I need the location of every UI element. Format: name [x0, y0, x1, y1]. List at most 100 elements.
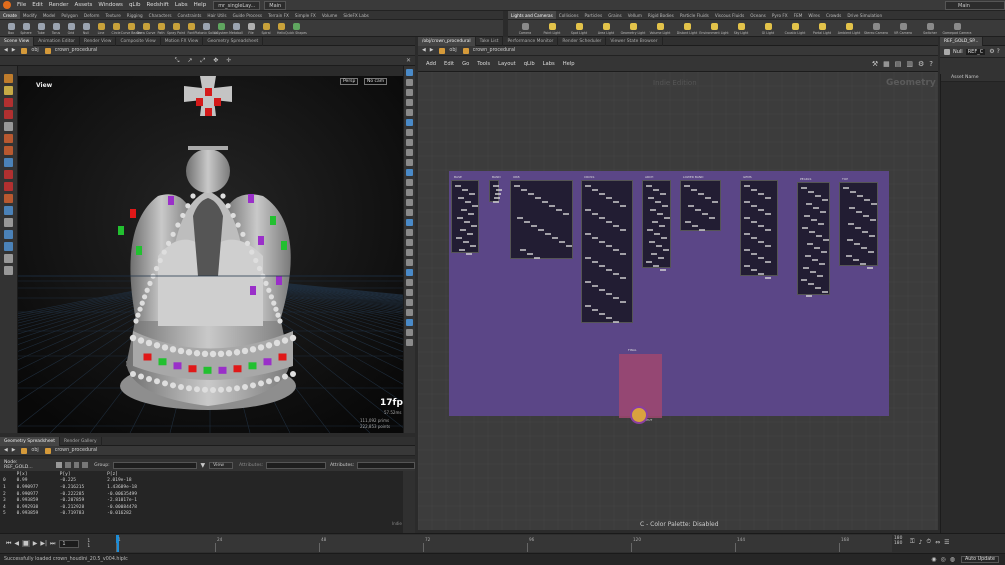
tab-geometry-spreadsheet[interactable]: Geometry Spreadsheet: [203, 36, 264, 46]
tool-camera[interactable]: Camera: [512, 22, 538, 35]
tab-viewer-state-browser[interactable]: Viewer State Browser: [606, 36, 663, 46]
forward-icon[interactable]: ▶: [430, 48, 434, 53]
list-icon[interactable]: ▤: [895, 60, 902, 68]
node[interactable]: [460, 229, 466, 231]
menu-labs[interactable]: Labs: [172, 0, 191, 11]
node[interactable]: [459, 249, 465, 251]
node[interactable]: [868, 251, 874, 253]
node[interactable]: [751, 221, 757, 223]
node[interactable]: [462, 189, 468, 191]
gear-icon[interactable]: ⚙: [989, 48, 994, 55]
lock-icon[interactable]: [4, 98, 13, 107]
display-option-icon[interactable]: [406, 179, 413, 186]
magnet-icon[interactable]: [4, 134, 13, 143]
persp-menu[interactable]: Persp: [340, 78, 359, 85]
node[interactable]: [585, 257, 591, 259]
node[interactable]: [660, 269, 666, 271]
tool-gamepad-camera[interactable]: Gamepad Camera: [943, 22, 972, 35]
node[interactable]: [465, 201, 471, 203]
column-header[interactable]: P[y]: [57, 471, 104, 478]
shelf-tab-constraints[interactable]: Constraints: [175, 11, 205, 19]
tool-caustic-light[interactable]: Caustic Light: [782, 22, 808, 35]
shelf-tab-hair-utils[interactable]: Hair Utils: [204, 11, 229, 19]
display-option-icon[interactable]: [406, 209, 413, 216]
realtime-icon[interactable]: ⏱: [926, 538, 931, 546]
node[interactable]: [514, 185, 520, 187]
pivot-icon[interactable]: ✥: [213, 57, 218, 64]
node[interactable]: [861, 247, 867, 249]
view-icon-2[interactable]: ◎: [940, 556, 945, 563]
node[interactable]: [699, 229, 705, 231]
key-icon[interactable]: ⚿: [910, 538, 915, 546]
node[interactable]: [815, 287, 821, 289]
node[interactable]: [744, 217, 750, 219]
network-box[interactable]: [740, 180, 778, 279]
menu-windows[interactable]: Windows: [95, 0, 126, 11]
node[interactable]: [599, 313, 605, 315]
node[interactable]: [863, 215, 869, 217]
node[interactable]: [620, 229, 626, 231]
range-start-value-2[interactable]: 1: [87, 544, 90, 549]
node[interactable]: [606, 317, 612, 319]
node[interactable]: [819, 263, 825, 265]
node[interactable]: [856, 211, 862, 213]
scale-icon[interactable]: [4, 206, 13, 215]
shelf-tab-polygon[interactable]: Polygon: [58, 11, 80, 19]
shelf-tab-texture[interactable]: Texture: [102, 11, 123, 19]
node[interactable]: [649, 241, 655, 243]
shelf-tab-guide-process[interactable]: Guide Process: [230, 11, 266, 19]
pose-icon[interactable]: [4, 146, 13, 155]
node[interactable]: [808, 283, 814, 285]
display-option-icon[interactable]: [406, 199, 413, 206]
network-box[interactable]: [489, 180, 502, 203]
network-menu-go[interactable]: Go: [462, 61, 469, 67]
display-option-icon[interactable]: [406, 109, 413, 116]
grid-icon[interactable]: ▦: [883, 60, 890, 68]
node[interactable]: [758, 193, 764, 195]
shelf-tab-viscous-fluids[interactable]: Viscous Fluids: [712, 11, 747, 19]
display-option-icon[interactable]: [406, 119, 413, 126]
menu-file[interactable]: File: [14, 0, 29, 11]
tool-path[interactable]: Path: [154, 22, 168, 35]
network-editor[interactable]: Indie Edition Geometry BASE BAND ORB CROSS A…: [418, 72, 938, 530]
node[interactable]: [653, 265, 659, 267]
tab-composite-view[interactable]: Composite View: [116, 36, 161, 46]
menu-render[interactable]: Render: [46, 0, 72, 11]
select-icon[interactable]: [4, 74, 13, 83]
node[interactable]: [467, 233, 473, 235]
network-menu-help[interactable]: Help: [563, 61, 575, 67]
tool-grid[interactable]: Grid: [64, 22, 78, 35]
node[interactable]: [496, 189, 502, 191]
shelf-tab-vellum[interactable]: Vellum: [625, 11, 645, 19]
network-box[interactable]: [680, 180, 721, 231]
display-option-icon[interactable]: [406, 99, 413, 106]
node[interactable]: [655, 201, 661, 203]
node[interactable]: [765, 229, 771, 231]
node[interactable]: [606, 221, 612, 223]
node[interactable]: [592, 213, 598, 215]
node[interactable]: [535, 197, 541, 199]
table-row[interactable]: 3 0.993859 -0.207859 -2.81017e-1: [0, 497, 160, 504]
node[interactable]: [857, 195, 863, 197]
node[interactable]: [606, 293, 612, 295]
jump-start-icon[interactable]: ⏮: [6, 540, 11, 548]
node[interactable]: [469, 193, 475, 195]
node[interactable]: [556, 209, 562, 211]
output-node[interactable]: [630, 406, 648, 424]
shelf-tab-rigid-bodies[interactable]: Rigid Bodies: [645, 11, 677, 19]
transform-icon[interactable]: ↗: [187, 57, 192, 64]
path-obj[interactable]: obj: [31, 448, 38, 453]
shelf-tab-volume[interactable]: Volume: [319, 11, 341, 19]
camera-menu[interactable]: No cam: [364, 78, 388, 85]
range-icon[interactable]: ⇔: [935, 539, 940, 546]
step-forward-icon[interactable]: ▶|: [40, 540, 47, 547]
node[interactable]: [820, 211, 826, 213]
display-option-icon[interactable]: [406, 229, 413, 236]
node[interactable]: [850, 191, 856, 193]
node[interactable]: [806, 203, 812, 205]
node[interactable]: [870, 219, 876, 221]
handle-icon[interactable]: ✛: [226, 57, 231, 64]
shelf-tab-crowds[interactable]: Crowds: [823, 11, 844, 19]
tree-icon[interactable]: ▥: [906, 60, 913, 68]
path-obj[interactable]: obj: [449, 48, 456, 53]
